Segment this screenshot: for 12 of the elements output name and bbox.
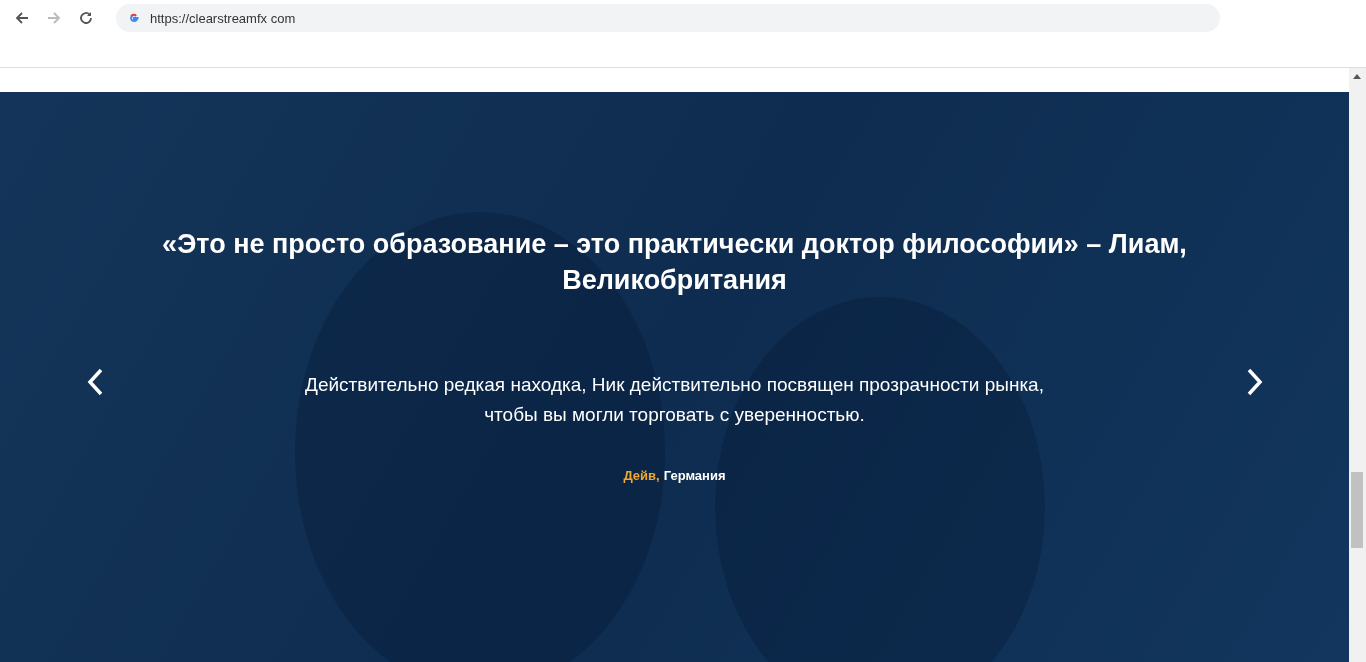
g-logo-icon (128, 12, 140, 24)
testimonial-quote: Действительно редкая находка, Ник действительно посвящен прозрачности рынка, чтобы вы могли торговать с уверенностью. (304, 373, 1045, 427)
address-bar[interactable]: https://clearstreamfx com (116, 4, 1220, 32)
author-name: Дейв, (623, 468, 660, 483)
testimonial-heading: «Это не просто образование – это практически доктор философии» – Лиам, Великобритания (161, 228, 1188, 297)
reload-icon[interactable] (78, 10, 94, 26)
url-text: https://clearstreamfx com (150, 10, 296, 26)
scrollbar[interactable] (1349, 68, 1366, 662)
back-icon[interactable] (14, 10, 30, 26)
scroll-up-icon[interactable] (1353, 74, 1361, 79)
scrollbar-thumb[interactable] (1351, 472, 1363, 548)
author-location: Германия (663, 468, 726, 483)
